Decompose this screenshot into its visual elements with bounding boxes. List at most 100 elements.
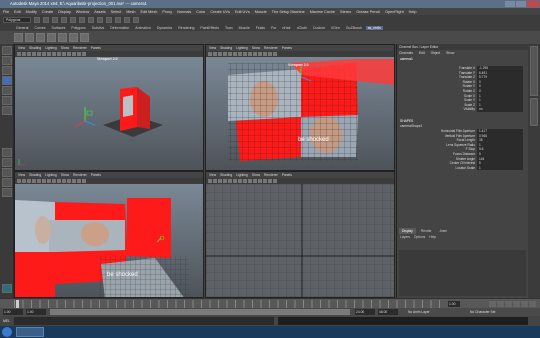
menu-item[interactable]: Edit	[14, 10, 21, 14]
shelf-tab[interactable]: Deformation	[108, 26, 131, 30]
range-slider-bar[interactable]	[50, 309, 350, 315]
save-scene-icon[interactable]	[52, 16, 58, 23]
step-back-icon[interactable]	[497, 301, 504, 307]
tab-attribute-editor[interactable]	[530, 98, 538, 126]
menu-item[interactable]: Help	[409, 10, 417, 14]
viewport-camera[interactable]: View Shading Lighting Show Renderer Pane…	[205, 44, 395, 171]
select-object-icon[interactable]	[70, 16, 76, 23]
tab-channel-box[interactable]	[530, 46, 538, 96]
viewport-side[interactable]: View Shading Lighting Show Renderer Pane…	[14, 171, 204, 298]
current-time-marker[interactable]	[16, 300, 19, 308]
play-back-icon[interactable]	[505, 301, 512, 307]
last-tool-icon[interactable]	[2, 106, 12, 115]
menu-item[interactable]: Assets	[94, 10, 105, 14]
shelf-tool-icon[interactable]	[80, 33, 89, 42]
shelf-tab[interactable]: Fur	[269, 26, 278, 30]
animation-start-field[interactable]: 1.00	[3, 309, 23, 315]
menu-item[interactable]: Color	[196, 10, 205, 14]
play-forward-icon[interactable]	[513, 301, 520, 307]
viewport-canvas[interactable]: be shocked	[15, 184, 203, 297]
shelf-tab[interactable]: Custom	[311, 26, 327, 30]
menu-set-select[interactable]: Polygons	[3, 16, 31, 23]
step-forward-icon[interactable]	[521, 301, 528, 307]
attribute-value[interactable]: 1	[477, 165, 523, 171]
anim-layer-select[interactable]: No Anim Layer	[408, 308, 430, 316]
menu-item[interactable]: Modify	[26, 10, 37, 14]
shelf-tab[interactable]: General	[14, 26, 30, 30]
shelf-tool-icon[interactable]	[47, 33, 56, 42]
playback-start-field[interactable]: 1.00	[26, 309, 46, 315]
menu-item[interactable]: Normals	[177, 10, 191, 14]
shelf-tab[interactable]: Fluids	[254, 26, 267, 30]
viewport-canvas[interactable]	[206, 184, 394, 297]
rotate-tool-icon[interactable]	[2, 86, 12, 95]
menu-item[interactable]: OpenFlight	[385, 10, 404, 14]
command-input[interactable]	[14, 317, 274, 325]
select-tool-icon[interactable]	[2, 46, 12, 55]
snap-curve-icon[interactable]	[97, 16, 103, 23]
shelf-tab[interactable]: Toon	[223, 26, 235, 30]
shelf-tool-icon[interactable]	[36, 33, 45, 42]
menu-item[interactable]: Display	[58, 10, 70, 14]
animation-end-field[interactable]: 48.00	[378, 309, 398, 315]
shelf-tab[interactable]: Dynamics	[155, 26, 174, 30]
viewport-persp[interactable]: View Shading Lighting Show Renderer Pane…	[14, 44, 204, 171]
options-menu[interactable]: Options	[414, 234, 425, 240]
shelf-tab[interactable]: GoZBrush	[344, 26, 364, 30]
menu-item[interactable]: Stereo	[340, 10, 351, 14]
shelf-tab[interactable]: nHair	[280, 26, 292, 30]
graph-layout-icon[interactable]	[2, 188, 12, 197]
menu-item[interactable]: Window	[76, 10, 90, 14]
time-slider[interactable]: 1.00	[0, 298, 540, 308]
shelf-tab[interactable]: Rendering	[176, 26, 196, 30]
snap-point-icon[interactable]	[106, 16, 112, 23]
move-tool-icon[interactable]	[2, 76, 12, 85]
menu-item[interactable]: Edit UVs	[235, 10, 250, 14]
select-hierarchy-icon[interactable]	[61, 16, 67, 23]
current-frame-field[interactable]: 1.00	[448, 301, 460, 307]
menu-item[interactable]: File	[3, 10, 9, 14]
maximize-button[interactable]	[516, 1, 526, 7]
menu-item[interactable]: Mesh	[126, 10, 135, 14]
shelf-tab[interactable]: Muscle	[237, 26, 252, 30]
object-menu[interactable]: Object	[431, 50, 441, 56]
show-menu[interactable]: Show	[446, 50, 454, 56]
menu-item[interactable]: Muscle	[255, 10, 267, 14]
shelf-tool-icon[interactable]	[14, 33, 23, 42]
menu-item[interactable]: Maxime Cache	[310, 10, 335, 14]
tab-anim[interactable]: Anim	[437, 228, 451, 234]
menu-item[interactable]: Grease Pencil	[356, 10, 380, 14]
character-set-select[interactable]: No Character Set	[470, 308, 495, 316]
single-pane-layout-icon[interactable]	[2, 148, 12, 157]
playback-end-field[interactable]: 24.00	[355, 309, 375, 315]
ipr-render-icon[interactable]	[124, 16, 130, 23]
shelf-tool-icon[interactable]	[58, 33, 67, 42]
minimize-button[interactable]	[505, 1, 515, 7]
render-settings-icon[interactable]	[133, 16, 139, 23]
open-scene-icon[interactable]	[43, 16, 49, 23]
go-to-start-icon[interactable]	[489, 301, 496, 307]
shelf-tab[interactable]: Curves	[32, 26, 47, 30]
menu-item[interactable]: Select	[111, 10, 122, 14]
help-menu[interactable]: Help	[429, 234, 436, 240]
menu-item[interactable]: Edit Mesh	[141, 10, 158, 14]
new-scene-icon[interactable]	[34, 16, 40, 23]
shelf-tab[interactable]: ss_reels	[365, 25, 383, 30]
menu-item[interactable]: The Setup Machine	[272, 10, 305, 14]
shelf-tab[interactable]: Surfaces	[50, 26, 68, 30]
shelf-tab[interactable]: nCloth	[295, 26, 309, 30]
start-button[interactable]	[2, 327, 12, 337]
shelf-tab[interactable]: XGen	[329, 26, 342, 30]
shelf-tab[interactable]: PaintEffects	[198, 26, 221, 30]
side-by-side-layout-icon[interactable]	[2, 168, 12, 177]
layers-menu[interactable]: Layers	[400, 234, 410, 240]
menu-item[interactable]: Create UVs	[210, 10, 230, 14]
attribute-row[interactable]: Visibility on	[397, 107, 528, 112]
layer-list[interactable]	[399, 250, 526, 296]
edit-menu[interactable]: Edit	[419, 50, 425, 56]
viewport-canvas[interactable]: Viewport 2.0 be shocked	[206, 57, 394, 170]
render-icon[interactable]	[115, 16, 121, 23]
shelf-tab[interactable]: Polygons	[69, 26, 87, 30]
select-component-icon[interactable]	[79, 16, 85, 23]
menu-item[interactable]: Create	[42, 10, 53, 14]
